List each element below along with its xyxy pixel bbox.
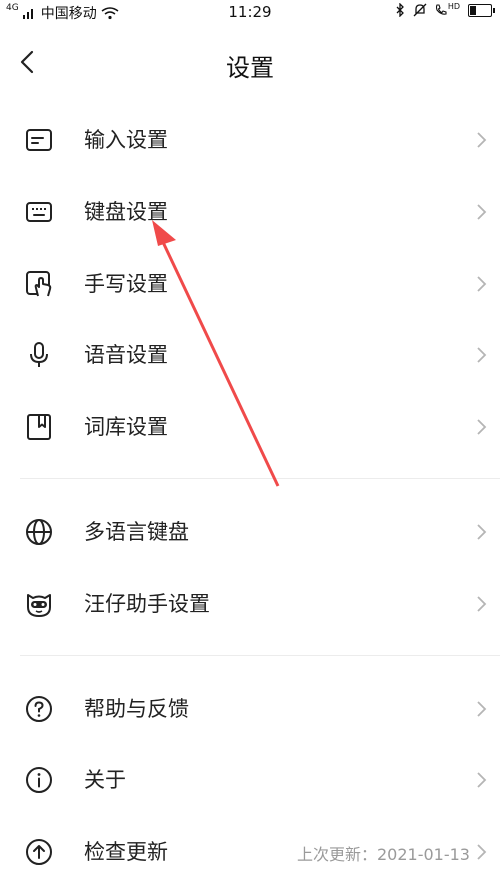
chevron-right-icon xyxy=(477,596,487,612)
settings-item-voice[interactable]: 语音设置 xyxy=(0,325,500,385)
header: 设置 xyxy=(0,38,500,90)
mute-bell-icon xyxy=(413,3,427,17)
settings-item-label: 帮助与反馈 xyxy=(84,697,189,721)
settings-item-handwriting[interactable]: 手写设置 xyxy=(0,254,500,314)
last-update-text: 上次更新：2021-01-13 xyxy=(297,845,470,864)
settings-item-help[interactable]: 帮助与反馈 xyxy=(0,679,500,739)
keyboard-icon xyxy=(26,202,52,222)
chevron-right-icon xyxy=(477,701,487,717)
settings-item-label: 关于 xyxy=(84,768,126,792)
settings-item-label: 汪仔助手设置 xyxy=(84,592,210,616)
settings-item-about[interactable]: 关于 xyxy=(0,750,500,810)
lexicon-icon xyxy=(27,414,51,440)
settings-item-label: 检查更新 xyxy=(84,840,168,864)
chevron-right-icon xyxy=(477,844,487,860)
info-icon xyxy=(26,767,52,793)
status-right: HD xyxy=(395,1,495,17)
settings-item-check-update[interactable]: 检查更新 上次更新：2021-01-13 xyxy=(0,822,500,882)
settings-item-label: 键盘设置 xyxy=(84,200,168,224)
update-icon xyxy=(26,839,52,865)
settings-item-label: 语音设置 xyxy=(84,343,168,367)
settings-item-label: 词库设置 xyxy=(84,415,168,439)
settings-item-lexicon[interactable]: 词库设置 xyxy=(0,397,500,457)
handwriting-icon xyxy=(26,271,52,297)
section-divider xyxy=(20,478,500,479)
settings-item-label: 手写设置 xyxy=(84,272,168,296)
globe-icon xyxy=(26,519,52,545)
chevron-right-icon xyxy=(477,276,487,292)
bluetooth-icon xyxy=(396,3,404,17)
help-icon xyxy=(26,696,52,722)
phone-icon xyxy=(435,4,447,15)
settings-item-input[interactable]: 输入设置 xyxy=(0,110,500,170)
settings-item-label: 多语言键盘 xyxy=(84,520,189,544)
chevron-right-icon xyxy=(477,204,487,220)
input-settings-icon xyxy=(26,129,52,151)
settings-item-keyboard[interactable]: 键盘设置 xyxy=(0,182,500,242)
settings-item-label: 输入设置 xyxy=(84,128,168,152)
section-divider xyxy=(20,655,500,656)
battery-icon xyxy=(468,3,495,17)
mascot-icon xyxy=(27,594,51,617)
chevron-right-icon xyxy=(477,132,487,148)
chevron-right-icon xyxy=(477,419,487,435)
settings-item-multilingual[interactable]: 多语言键盘 xyxy=(0,502,500,562)
page-title: 设置 xyxy=(226,54,274,82)
chevron-right-icon xyxy=(477,347,487,363)
hd-label: HD xyxy=(447,1,460,11)
chevron-right-icon xyxy=(477,772,487,788)
settings-item-assistant[interactable]: 汪仔助手设置 xyxy=(0,574,500,634)
status-bar: 4G 中国移动 11:29 HD xyxy=(0,0,500,24)
hd-call-indicator: HD xyxy=(435,1,460,16)
microphone-icon xyxy=(30,342,48,367)
chevron-right-icon xyxy=(477,524,487,540)
